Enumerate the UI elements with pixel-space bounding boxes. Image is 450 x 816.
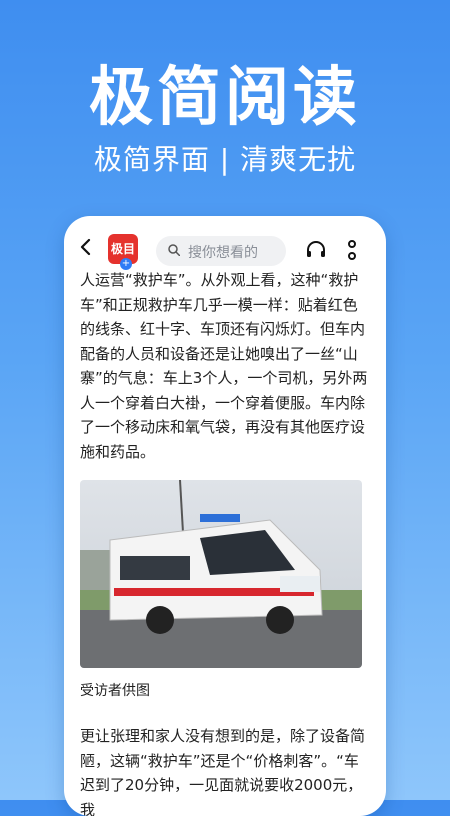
- article-toolbar: 极目 + 搜你想看的: [64, 216, 386, 276]
- article-body: 人运营“救护车”。从外观上看，这种“救护车”和正规救护车几乎一模一样：贴着红色的…: [80, 268, 372, 464]
- headphones-icon[interactable]: [306, 240, 326, 258]
- search-icon: [168, 244, 180, 256]
- article-paragraph: 人运营“救护车”。从外观上看，这种“救护车”和正规救护车几乎一模一样：贴着红色的…: [80, 271, 368, 461]
- article-paragraph: 更让张理和家人没有想到的是，除了设备简陋，这辆“救护车”还是个“价格刺客”。“车…: [80, 727, 366, 816]
- article-body-continued: 更让张理和家人没有想到的是，除了设备简陋，这辆“救护车”还是个“价格刺客”。“车…: [80, 724, 372, 816]
- article-image[interactable]: [80, 480, 362, 668]
- ambulance-photo: [80, 480, 362, 668]
- back-button[interactable]: [78, 238, 96, 256]
- promo-subline: 极简界面 | 清爽无扰: [93, 143, 357, 176]
- promo-headline: 极简阅读: [89, 61, 361, 135]
- back-arrow-icon: [80, 238, 91, 256]
- search-input[interactable]: 搜你想看的: [156, 236, 286, 266]
- search-placeholder: 搜你想看的: [188, 245, 258, 261]
- image-caption: 受访者供图: [80, 683, 150, 699]
- phone-mockup: 极目 + 搜你想看的 人运营“救护车”。从外观上看，这种“救护车”和正规救护车几…: [64, 216, 386, 816]
- more-options-icon[interactable]: [346, 238, 358, 262]
